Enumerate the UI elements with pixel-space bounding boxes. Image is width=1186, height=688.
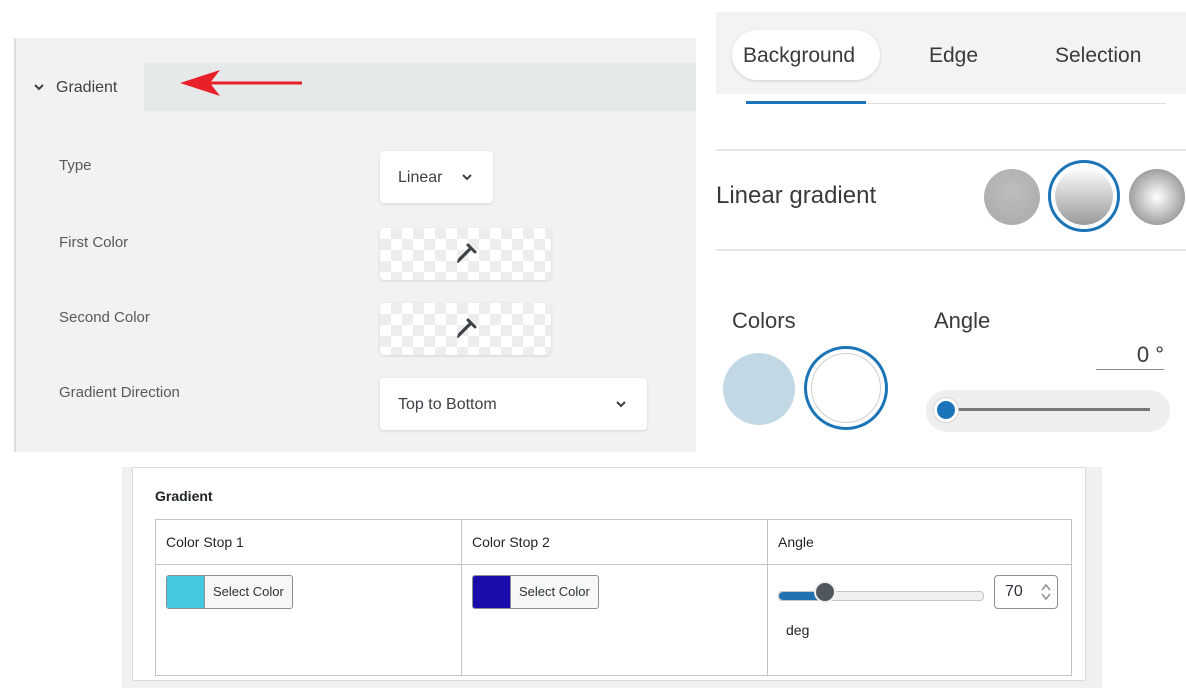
gradient-type-title: Linear gradient xyxy=(716,182,877,209)
table-header-row: Color Stop 1 Color Stop 2 Angle xyxy=(155,519,1072,565)
gradient-card: Gradient Color Stop 1 Color Stop 2 Angle… xyxy=(132,467,1086,681)
gradient-title: Gradient xyxy=(155,488,213,504)
divider xyxy=(716,249,1186,251)
color-stop-1-button-label: Select Color xyxy=(204,576,292,608)
chevron-down-icon xyxy=(616,401,626,408)
second-color-label: Second Color xyxy=(59,309,150,326)
colors-label: Colors xyxy=(732,308,796,333)
active-tab-indicator xyxy=(746,101,866,104)
color-stop-2-cell: Select Color xyxy=(461,564,768,676)
column-header-color-stop-1: Color Stop 1 xyxy=(155,519,462,565)
chevron-down-icon xyxy=(462,174,472,181)
tab-edge[interactable]: Edge xyxy=(929,44,978,68)
table-row: Select Color Select Color 70 deg xyxy=(155,564,1072,676)
eyedropper-icon xyxy=(457,243,477,263)
gradient-direction-label: Gradient Direction xyxy=(59,384,180,401)
section-title[interactable]: Gradient xyxy=(56,79,117,97)
color-stop-2-button-label: Select Color xyxy=(510,576,598,608)
color-stop-1-swatch xyxy=(167,576,204,608)
angle-number-input[interactable]: 70 xyxy=(994,575,1058,609)
column-header-angle: Angle xyxy=(767,519,1072,565)
gradient-color-swatch-1[interactable] xyxy=(723,353,795,425)
tab-background-label[interactable]: Background xyxy=(743,44,855,68)
type-label: Type xyxy=(59,157,92,174)
first-color-picker[interactable] xyxy=(380,228,551,280)
arrow-left-icon xyxy=(180,70,302,96)
tab-selection[interactable]: Selection xyxy=(1055,44,1141,68)
angle-slider[interactable] xyxy=(926,390,1170,432)
eyedropper-icon xyxy=(457,318,477,338)
chevron-down-icon[interactable] xyxy=(33,81,45,93)
panel-top-strip xyxy=(16,38,696,64)
gradient-settings-box: Gradient Color Stop 1 Color Stop 2 Angle… xyxy=(122,467,1102,688)
divider xyxy=(716,149,1186,151)
first-color-label: First Color xyxy=(59,234,129,251)
spinner-arrows-icon[interactable] xyxy=(1041,582,1051,602)
angle-label: Angle xyxy=(934,308,991,333)
shape-style-panel: Background Edge Selection Linear gradien… xyxy=(716,12,1186,452)
gradient-settings-panel: Gradient Type Linear First Color Second … xyxy=(14,38,696,452)
angle-number-value: 70 xyxy=(1005,583,1023,600)
gradient-direction-select[interactable]: Top to Bottom xyxy=(380,378,647,430)
gradient-color-swatch-2-selected[interactable] xyxy=(804,346,888,430)
angle-unit-label: deg xyxy=(786,622,810,638)
angle-slider-thumb[interactable] xyxy=(934,398,958,422)
color-stop-1-button[interactable]: Select Color xyxy=(166,575,293,609)
angle-range-thumb[interactable] xyxy=(814,581,836,603)
column-header-color-stop-2: Color Stop 2 xyxy=(461,519,768,565)
second-color-picker[interactable] xyxy=(380,303,551,355)
tab-divider xyxy=(866,103,1166,104)
color-stop-2-swatch xyxy=(473,576,510,608)
gradient-style-solid[interactable] xyxy=(984,169,1040,225)
color-stop-2-button[interactable]: Select Color xyxy=(472,575,599,609)
gradient-style-radial[interactable] xyxy=(1129,169,1185,225)
gradient-table: Color Stop 1 Color Stop 2 Angle Select C… xyxy=(155,519,1072,676)
type-select[interactable]: Linear xyxy=(380,151,493,203)
gradient-direction-value: Top to Bottom xyxy=(398,396,497,413)
type-select-value: Linear xyxy=(398,169,443,186)
angle-range-slider[interactable] xyxy=(778,591,984,601)
angle-cell: 70 deg xyxy=(767,564,1072,676)
angle-slider-track[interactable] xyxy=(942,408,1150,411)
gradient-style-linear-selected[interactable] xyxy=(1048,160,1120,232)
gradient-style-linear-preview xyxy=(1055,167,1113,225)
gradient-color-swatch-2-preview xyxy=(811,353,881,423)
color-stop-1-cell: Select Color xyxy=(155,564,462,676)
angle-value-input[interactable]: 0 ° xyxy=(1096,342,1164,368)
angle-input-underline xyxy=(1096,369,1164,370)
